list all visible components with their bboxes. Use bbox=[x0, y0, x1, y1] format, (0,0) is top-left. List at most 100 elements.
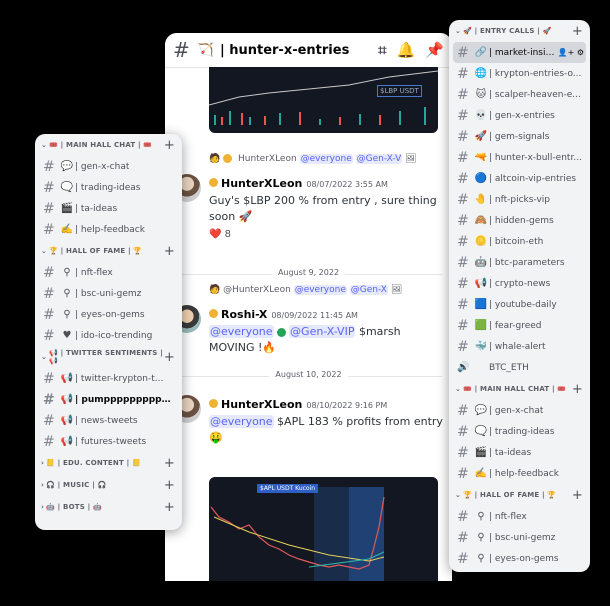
channel-label: | hunter-x-bull-entr... bbox=[489, 152, 582, 163]
channel-item[interactable]: # 📢 | news-tweets bbox=[35, 410, 182, 431]
reply-preview[interactable]: 🧑 @HunterXLeon @everyone @Gen-X 🖼 bbox=[209, 285, 402, 295]
reply-mention[interactable]: @everyone bbox=[299, 154, 353, 164]
channel-item[interactable]: # 💀 | gen-x-entries bbox=[449, 105, 590, 126]
reply-user: @HunterXLeon bbox=[223, 285, 291, 295]
add-channel-icon[interactable]: + bbox=[164, 244, 175, 259]
channel-item[interactable]: # ♥ | ido-ico-trending bbox=[449, 569, 590, 573]
add-channel-icon[interactable]: + bbox=[572, 488, 583, 503]
channel-item[interactable]: # 🗨️ | trading-ideas bbox=[35, 177, 182, 198]
channel-item[interactable]: # 🪙 | bitcoin-eth bbox=[449, 231, 590, 252]
channel-item[interactable]: # 🚀 | gem-signals bbox=[449, 126, 590, 147]
pin-icon[interactable]: 📌 bbox=[425, 41, 444, 59]
channel-item[interactable]: # ⚲ | nft-flex bbox=[35, 262, 182, 283]
add-channel-icon[interactable]: + bbox=[164, 138, 175, 153]
category-header[interactable]: › 🎧 | MUSIC | 🎧 + bbox=[35, 474, 182, 496]
channel-emoji-icon: 🔵 bbox=[474, 173, 488, 184]
channel-item[interactable]: # 🗨️ | trading-ideas bbox=[449, 421, 590, 442]
speaker-icon: 🔊 bbox=[457, 362, 470, 373]
channel-item[interactable]: 🔊 BTC_ETH bbox=[449, 357, 590, 378]
hash-icon: # bbox=[457, 149, 469, 166]
channel-item[interactable]: # 🐳 | whale-alert bbox=[449, 336, 590, 357]
add-channel-icon[interactable]: + bbox=[164, 456, 175, 471]
channel-item[interactable]: # 🔵 | altcoin-vip-entries bbox=[449, 168, 590, 189]
category-header[interactable]: ⌄ 🎟️ | MAIN HALL CHAT | 🎟️ + bbox=[35, 134, 182, 156]
channel-actions[interactable]: 👤+ ⚙ bbox=[558, 48, 584, 57]
category-title: 🚀 | ENTRY CALLS | 🚀 bbox=[463, 27, 552, 35]
channel-item[interactable]: # ⚲ | nft-flex bbox=[449, 506, 590, 527]
category-header[interactable]: ⌄ 🚀 | ENTRY CALLS | 🚀 + bbox=[449, 20, 590, 42]
chart-image[interactable]: $APL USDT Kucoin bbox=[209, 477, 438, 581]
chevron-icon: › bbox=[41, 481, 45, 489]
channel-item[interactable]: # 🤖 | btc-parameters bbox=[449, 252, 590, 273]
channel-item[interactable]: # ✍️ | help-feedback bbox=[35, 219, 182, 240]
hash-icon: # bbox=[457, 44, 469, 61]
hash-icon: # bbox=[43, 370, 55, 387]
channel-item[interactable]: # 💬 | gen-x-chat bbox=[35, 156, 182, 177]
channel-item[interactable]: # 🤚 | nft-picks-vip bbox=[449, 189, 590, 210]
category-header[interactable]: › 🤖 | BOTS | 🤖 + bbox=[35, 496, 182, 518]
channel-emoji-icon: 📢 bbox=[60, 415, 74, 426]
channel-label: BTC_ETH bbox=[489, 362, 529, 373]
mention-everyone[interactable]: @everyone bbox=[209, 325, 274, 338]
channel-item[interactable]: # 💬 | gen-x-chat bbox=[449, 400, 590, 421]
add-channel-icon[interactable]: + bbox=[164, 500, 175, 515]
mention-everyone[interactable]: @everyone bbox=[209, 415, 274, 428]
add-channel-icon[interactable]: + bbox=[164, 478, 175, 493]
channel-item[interactable]: # 🌐 | krypton-entries-o... bbox=[449, 63, 590, 84]
reply-mention[interactable]: @Gen-X-V bbox=[355, 154, 403, 164]
category-title: 🎟️ | MAIN HALL CHAT | 🎟️ bbox=[463, 385, 567, 393]
username[interactable]: HunterXLeon bbox=[221, 177, 302, 190]
add-channel-icon[interactable]: + bbox=[572, 24, 583, 39]
reaction-heart[interactable]: ❤️ 8 bbox=[209, 229, 231, 240]
add-channel-icon[interactable]: + bbox=[164, 350, 175, 365]
channel-emoji-icon: 🙈 bbox=[474, 215, 488, 226]
bell-icon[interactable]: 🔔 bbox=[397, 41, 416, 59]
hash-icon: # bbox=[457, 423, 469, 440]
channel-label: | gen-x-chat bbox=[489, 405, 544, 416]
category-header[interactable]: ⌄ 📢 | TWITTER SENTIMENTS | 📢 + bbox=[35, 346, 182, 368]
channel-emoji-icon: 🤚 bbox=[474, 194, 488, 205]
channel-item[interactable]: # 🟩 | fear-greed bbox=[449, 315, 590, 336]
channel-item[interactable]: # ⚲ | eyes-on-gems bbox=[35, 304, 182, 325]
reply-mention[interactable]: @everyone bbox=[293, 285, 347, 295]
channel-item[interactable]: # 🔗 | market-insig... 👤+ ⚙ bbox=[453, 42, 586, 63]
message-3: HunterXLeon 08/10/2022 9:16 PM @everyone … bbox=[165, 385, 452, 581]
reply-preview[interactable]: 🧑 HunterXLeon @everyone @Gen-X-V 🖼 bbox=[209, 154, 417, 164]
category-header[interactable]: ⌄ 🏆 | HALL OF FAME | 🏆 + bbox=[449, 484, 590, 506]
channel-label: | nft-flex bbox=[489, 511, 527, 522]
category-title: 🏆 | HALL OF FAME | 🏆 bbox=[463, 491, 557, 499]
channel-item[interactable]: # ✍️ | help-feedback bbox=[449, 463, 590, 484]
channel-item[interactable]: # ⚲ | bsc-uni-gemz bbox=[35, 283, 182, 304]
add-channel-icon[interactable]: + bbox=[572, 382, 583, 397]
top-chart-image[interactable]: $LBP USDT bbox=[209, 67, 438, 133]
channel-item[interactable]: # ⚲ | bsc-uni-gemz bbox=[449, 527, 590, 548]
channel-item[interactable]: # 🟦 | youtube-daily bbox=[449, 294, 590, 315]
channel-emoji-icon: 🐱 bbox=[475, 89, 487, 100]
channel-item[interactable]: # 📢 | futures-tweets bbox=[35, 431, 182, 452]
username[interactable]: Roshi-X bbox=[221, 308, 267, 321]
channel-item[interactable]: # ⚲ | eyes-on-gems bbox=[449, 548, 590, 569]
channel-item[interactable]: # 🎬 | ta-ideas bbox=[35, 198, 182, 219]
username[interactable]: HunterXLeon bbox=[221, 398, 302, 411]
channel-item[interactable]: # 📢 | crypto-news bbox=[449, 273, 590, 294]
message-text-rest: $marsh bbox=[358, 325, 401, 338]
category-title: 🎧 | MUSIC | 🎧 bbox=[46, 481, 107, 489]
reply-mention[interactable]: @Gen-X bbox=[349, 285, 388, 295]
category-header[interactable]: › 📒 | EDU. CONTENT | 📒 + bbox=[35, 452, 182, 474]
channel-label: | nft-flex bbox=[75, 267, 113, 278]
channel-item[interactable]: # 📢 | pumppppppppppp... bbox=[35, 389, 182, 410]
channel-label: | ido-ico-trending bbox=[75, 330, 153, 341]
threads-icon[interactable]: ⌗ bbox=[378, 41, 386, 59]
channel-item[interactable]: # 🙈 | hidden-gems bbox=[449, 210, 590, 231]
hash-icon: # bbox=[43, 200, 55, 217]
role-icon bbox=[277, 327, 287, 337]
channel-item[interactable]: # 🐱 | scalper-heaven-e... bbox=[449, 84, 590, 105]
channel-item[interactable]: # ♥ | ido-ico-trending bbox=[35, 325, 182, 346]
mention-role[interactable]: @Gen-X-VIP bbox=[289, 325, 356, 338]
channel-item[interactable]: # 🔫 | hunter-x-bull-entr... bbox=[449, 147, 590, 168]
hash-icon: # bbox=[457, 402, 469, 419]
channel-item[interactable]: # 🎬 | ta-ideas bbox=[449, 442, 590, 463]
category-header[interactable]: ⌄ 🎟️ | MAIN HALL CHAT | 🎟️ + bbox=[449, 378, 590, 400]
category-header[interactable]: ⌄ 🏆 | HALL OF FAME | 🏆 + bbox=[35, 240, 182, 262]
channel-item[interactable]: # 📢 | twitter-krypton-t... bbox=[35, 368, 182, 389]
